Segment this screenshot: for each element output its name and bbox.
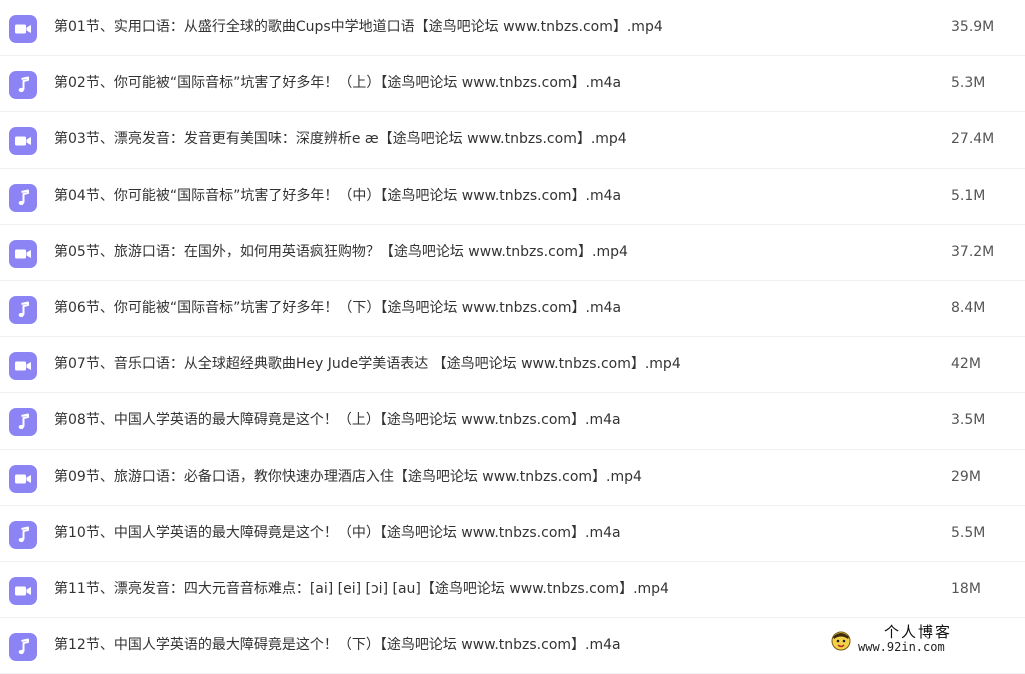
audio-icon bbox=[9, 633, 37, 662]
file-row[interactable]: 第02节、你可能被“国际音标”坑害了好多年！（上）【途鸟吧论坛 www.tnbz… bbox=[0, 56, 1025, 113]
file-name[interactable]: 第02节、你可能被“国际音标”坑害了好多年！（上）【途鸟吧论坛 www.tnbz… bbox=[54, 73, 621, 93]
file-size: 37.2M bbox=[951, 243, 995, 260]
emoticon-face-icon bbox=[831, 631, 851, 651]
file-row[interactable]: 第04节、你可能被“国际音标”坑害了好多年！（中）【途鸟吧论坛 www.tnbz… bbox=[0, 169, 1025, 225]
file-size: 42M bbox=[951, 356, 981, 373]
file-row[interactable]: 第03节、漂亮发音：发音更有美国味：深度辨析e æ【途鸟吧论坛 www.tnbz… bbox=[0, 112, 1025, 169]
file-name[interactable]: 第04节、你可能被“国际音标”坑害了好多年！（中）【途鸟吧论坛 www.tnbz… bbox=[54, 186, 621, 206]
site-watermark: 个人博客 www.92in.com bbox=[830, 621, 1005, 659]
file-name[interactable]: 第10节、中国人学英语的最大障碍竟是这个！（中）【途鸟吧论坛 www.tnbzs… bbox=[54, 523, 621, 543]
video-icon bbox=[9, 15, 37, 43]
file-name[interactable]: 第05节、旅游口语：在国外，如何用英语疯狂购物？【途鸟吧论坛 www.tnbzs… bbox=[54, 242, 628, 262]
file-name[interactable]: 第12节、中国人学英语的最大障碍竟是这个！（下）【途鸟吧论坛 www.tnbzs… bbox=[54, 635, 621, 655]
file-name[interactable]: 第01节、实用口语：从盛行全球的歌曲Cups中学地道口语【途鸟吧论坛 www.t… bbox=[54, 17, 663, 37]
audio-icon bbox=[9, 183, 37, 212]
file-size: 5.5M bbox=[951, 524, 986, 541]
video-icon bbox=[9, 464, 37, 493]
watermark-title: 个人博客 bbox=[884, 623, 953, 641]
file-size: 18M bbox=[951, 580, 981, 597]
video-icon bbox=[9, 352, 37, 381]
file-size: 27.4M bbox=[951, 131, 995, 148]
watermark-url: www.92in.com bbox=[858, 640, 945, 654]
audio-icon bbox=[9, 408, 37, 437]
file-list: 第01节、实用口语：从盛行全球的歌曲Cups中学地道口语【途鸟吧论坛 www.t… bbox=[0, 0, 1025, 674]
file-row[interactable]: 第08节、中国人学英语的最大障碍竟是这个！（上）【途鸟吧论坛 www.tnbzs… bbox=[0, 393, 1025, 450]
file-size: 3.5M bbox=[951, 412, 986, 429]
file-row[interactable]: 第09节、旅游口语：必备口语，教你快速办理酒店入住【途鸟吧论坛 www.tnbz… bbox=[0, 450, 1025, 506]
file-name[interactable]: 第03节、漂亮发音：发音更有美国味：深度辨析e æ【途鸟吧论坛 www.tnbz… bbox=[54, 129, 627, 149]
file-size: 35.9M bbox=[951, 19, 995, 35]
file-name[interactable]: 第11节、漂亮发音：四大元音音标难点：[ai] [ei] [ɔi] [au]【途… bbox=[54, 579, 669, 599]
file-row[interactable]: 第07节、音乐口语：从全球超经典歌曲Hey Jude学美语表达 【途鸟吧论坛 w… bbox=[0, 337, 1025, 394]
file-name[interactable]: 第07节、音乐口语：从全球超经典歌曲Hey Jude学美语表达 【途鸟吧论坛 w… bbox=[54, 354, 681, 374]
audio-icon bbox=[9, 71, 37, 100]
file-name[interactable]: 第08节、中国人学英语的最大障碍竟是这个！（上）【途鸟吧论坛 www.tnbzs… bbox=[54, 410, 621, 430]
video-icon bbox=[9, 576, 37, 605]
file-size: 8.4M bbox=[951, 299, 986, 316]
audio-icon bbox=[9, 295, 37, 324]
file-size: 5.3M bbox=[951, 75, 986, 92]
file-row[interactable]: 第05节、旅游口语：在国外，如何用英语疯狂购物？【途鸟吧论坛 www.tnbzs… bbox=[0, 225, 1025, 281]
file-size: 5.1M bbox=[951, 187, 986, 204]
file-name[interactable]: 第09节、旅游口语：必备口语，教你快速办理酒店入住【途鸟吧论坛 www.tnbz… bbox=[54, 467, 642, 487]
video-icon bbox=[9, 127, 37, 156]
file-row[interactable]: 第11节、漂亮发音：四大元音音标难点：[ai] [ei] [ɔi] [au]【途… bbox=[0, 562, 1025, 619]
file-row[interactable]: 第01节、实用口语：从盛行全球的歌曲Cups中学地道口语【途鸟吧论坛 www.t… bbox=[0, 0, 1025, 57]
audio-icon bbox=[9, 520, 37, 549]
video-icon bbox=[9, 239, 37, 268]
file-row[interactable]: 第06节、你可能被“国际音标”坑害了好多年！（下）【途鸟吧论坛 www.tnbz… bbox=[0, 281, 1025, 338]
file-name[interactable]: 第06节、你可能被“国际音标”坑害了好多年！（下）【途鸟吧论坛 www.tnbz… bbox=[54, 298, 621, 318]
file-row[interactable]: 第10节、中国人学英语的最大障碍竟是这个！（中）【途鸟吧论坛 www.tnbzs… bbox=[0, 506, 1025, 562]
file-size: 29M bbox=[951, 468, 981, 485]
